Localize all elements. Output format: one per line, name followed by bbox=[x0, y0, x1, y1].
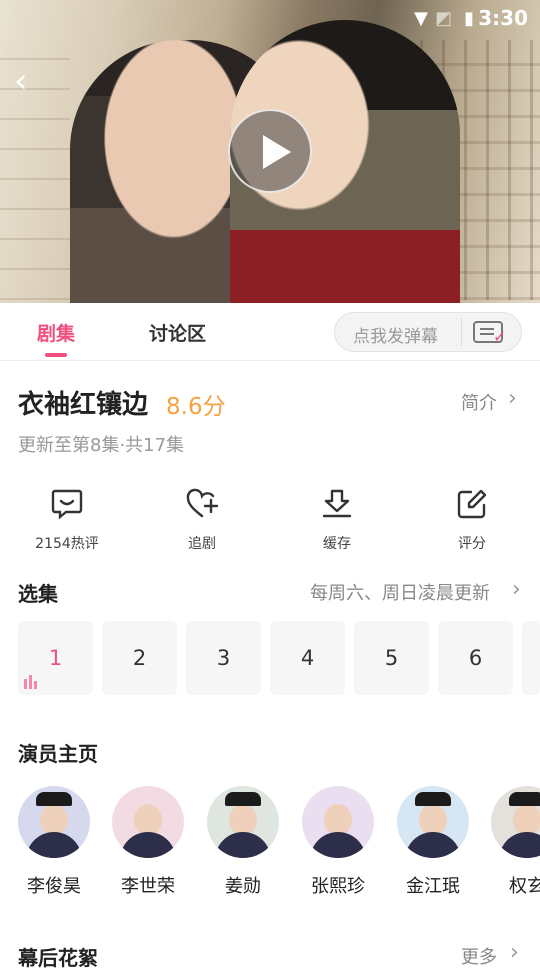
episode-item[interactable]: 6 bbox=[438, 621, 513, 695]
rate-label: 评分 bbox=[458, 536, 486, 552]
episode-number: 6 bbox=[468, 646, 483, 670]
comment-icon bbox=[22, 487, 112, 523]
chevron-right-icon[interactable]: › bbox=[512, 577, 521, 602]
avatar bbox=[207, 786, 279, 858]
tab-indicator bbox=[45, 353, 67, 357]
avatar-robe bbox=[215, 834, 271, 858]
comments-button[interactable]: 2154热评 bbox=[22, 487, 112, 553]
avatar-hat bbox=[36, 792, 72, 806]
edit-icon bbox=[427, 487, 517, 523]
tab-episodes[interactable]: 剧集 bbox=[37, 319, 75, 346]
chevron-right-icon[interactable]: › bbox=[510, 940, 519, 965]
actor-item[interactable]: 李世荣 bbox=[101, 786, 195, 898]
actor-name: 李世荣 bbox=[121, 876, 175, 897]
actor-item[interactable]: 张熙珍 bbox=[291, 786, 385, 898]
back-arrow-icon[interactable]: ‹ bbox=[14, 64, 28, 98]
tab-bar: 剧集 讨论区 点我发弹幕 ✓ bbox=[0, 303, 540, 361]
rate-button[interactable]: 评分 bbox=[427, 487, 517, 553]
check-icon: ✓ bbox=[493, 327, 507, 346]
play-button[interactable] bbox=[228, 109, 312, 193]
actor-item[interactable]: 姜勋 bbox=[196, 786, 290, 898]
avatar: .av1:after{} bbox=[18, 786, 90, 858]
behind-title: 幕后花絮 bbox=[18, 946, 98, 970]
battery-charging-icon: ▮ bbox=[464, 8, 474, 29]
episode-item[interactable]: 3 bbox=[186, 621, 261, 695]
avatar-hat bbox=[509, 792, 540, 806]
avatar-hat bbox=[415, 792, 451, 806]
actor-name: 李俊昊 bbox=[27, 876, 81, 897]
status-time: 3:30 bbox=[478, 6, 528, 30]
avatar bbox=[491, 786, 540, 858]
chevron-right-icon[interactable]: › bbox=[508, 386, 517, 411]
actor-item[interactable]: 权玄 bbox=[480, 786, 540, 898]
avatar-robe bbox=[310, 834, 366, 858]
actors-title: 演员主页 bbox=[18, 742, 98, 766]
episode-item[interactable]: 5 bbox=[354, 621, 429, 695]
episode-number: 1 bbox=[48, 646, 63, 670]
actor-name: 金江珉 bbox=[406, 876, 460, 897]
update-schedule[interactable]: 每周六、周日凌晨更新 bbox=[310, 579, 490, 605]
more-link[interactable]: 更多 bbox=[461, 943, 497, 969]
actor-name: 张熙珍 bbox=[311, 876, 365, 897]
avatar bbox=[112, 786, 184, 858]
episode-number: 2 bbox=[132, 646, 147, 670]
playing-bars-icon bbox=[24, 675, 39, 689]
heart-plus-icon bbox=[157, 487, 247, 523]
update-info: 更新至第8集·共17集 bbox=[18, 435, 185, 456]
download-label: 缓存 bbox=[323, 536, 351, 552]
actor-name: 姜勋 bbox=[225, 876, 261, 897]
avatar-robe bbox=[26, 834, 82, 858]
follow-label: 追剧 bbox=[188, 536, 216, 552]
intro-link[interactable]: 简介 bbox=[461, 389, 497, 415]
episode-number: 4 bbox=[300, 646, 315, 670]
download-button[interactable]: 缓存 bbox=[292, 487, 382, 553]
danmu-divider bbox=[461, 318, 462, 346]
episode-item[interactable]: 1 bbox=[18, 621, 93, 695]
episode-number: 5 bbox=[384, 646, 399, 670]
avatar-robe bbox=[499, 834, 540, 858]
danmu-placeholder[interactable]: 点我发弹幕 bbox=[353, 322, 438, 347]
show-title: 衣袖红镶边 bbox=[18, 390, 149, 420]
download-icon bbox=[292, 487, 382, 523]
episode-item[interactable]: 2 bbox=[102, 621, 177, 695]
status-bar: ▼ ◩ ▮ 3:30 bbox=[0, 0, 540, 38]
show-score: 8.6分 bbox=[166, 394, 226, 420]
no-sim-icon: ◩ bbox=[434, 8, 452, 29]
episodes-title: 选集 bbox=[18, 582, 58, 606]
background-screen bbox=[0, 40, 70, 300]
avatar-hat bbox=[225, 792, 261, 806]
episode-number: 3 bbox=[216, 646, 231, 670]
actor-name: 权玄 bbox=[509, 876, 540, 897]
wifi-icon: ▼ bbox=[414, 8, 428, 29]
avatar-robe bbox=[120, 834, 176, 858]
avatar-robe bbox=[405, 834, 461, 858]
danmu-input[interactable]: 点我发弹幕 ✓ bbox=[334, 312, 522, 352]
actor-item[interactable]: 金江珉 bbox=[386, 786, 480, 898]
episode-item[interactable]: 4 bbox=[270, 621, 345, 695]
avatar bbox=[397, 786, 469, 858]
avatar bbox=[302, 786, 374, 858]
follow-button[interactable]: 追剧 bbox=[157, 487, 247, 553]
tab-discussion[interactable]: 讨论区 bbox=[149, 319, 206, 346]
comments-label: 2154热评 bbox=[35, 536, 99, 552]
episode-item-partial[interactable] bbox=[522, 621, 540, 695]
actor-item[interactable]: .av1:after{} 李俊昊 bbox=[7, 786, 101, 898]
